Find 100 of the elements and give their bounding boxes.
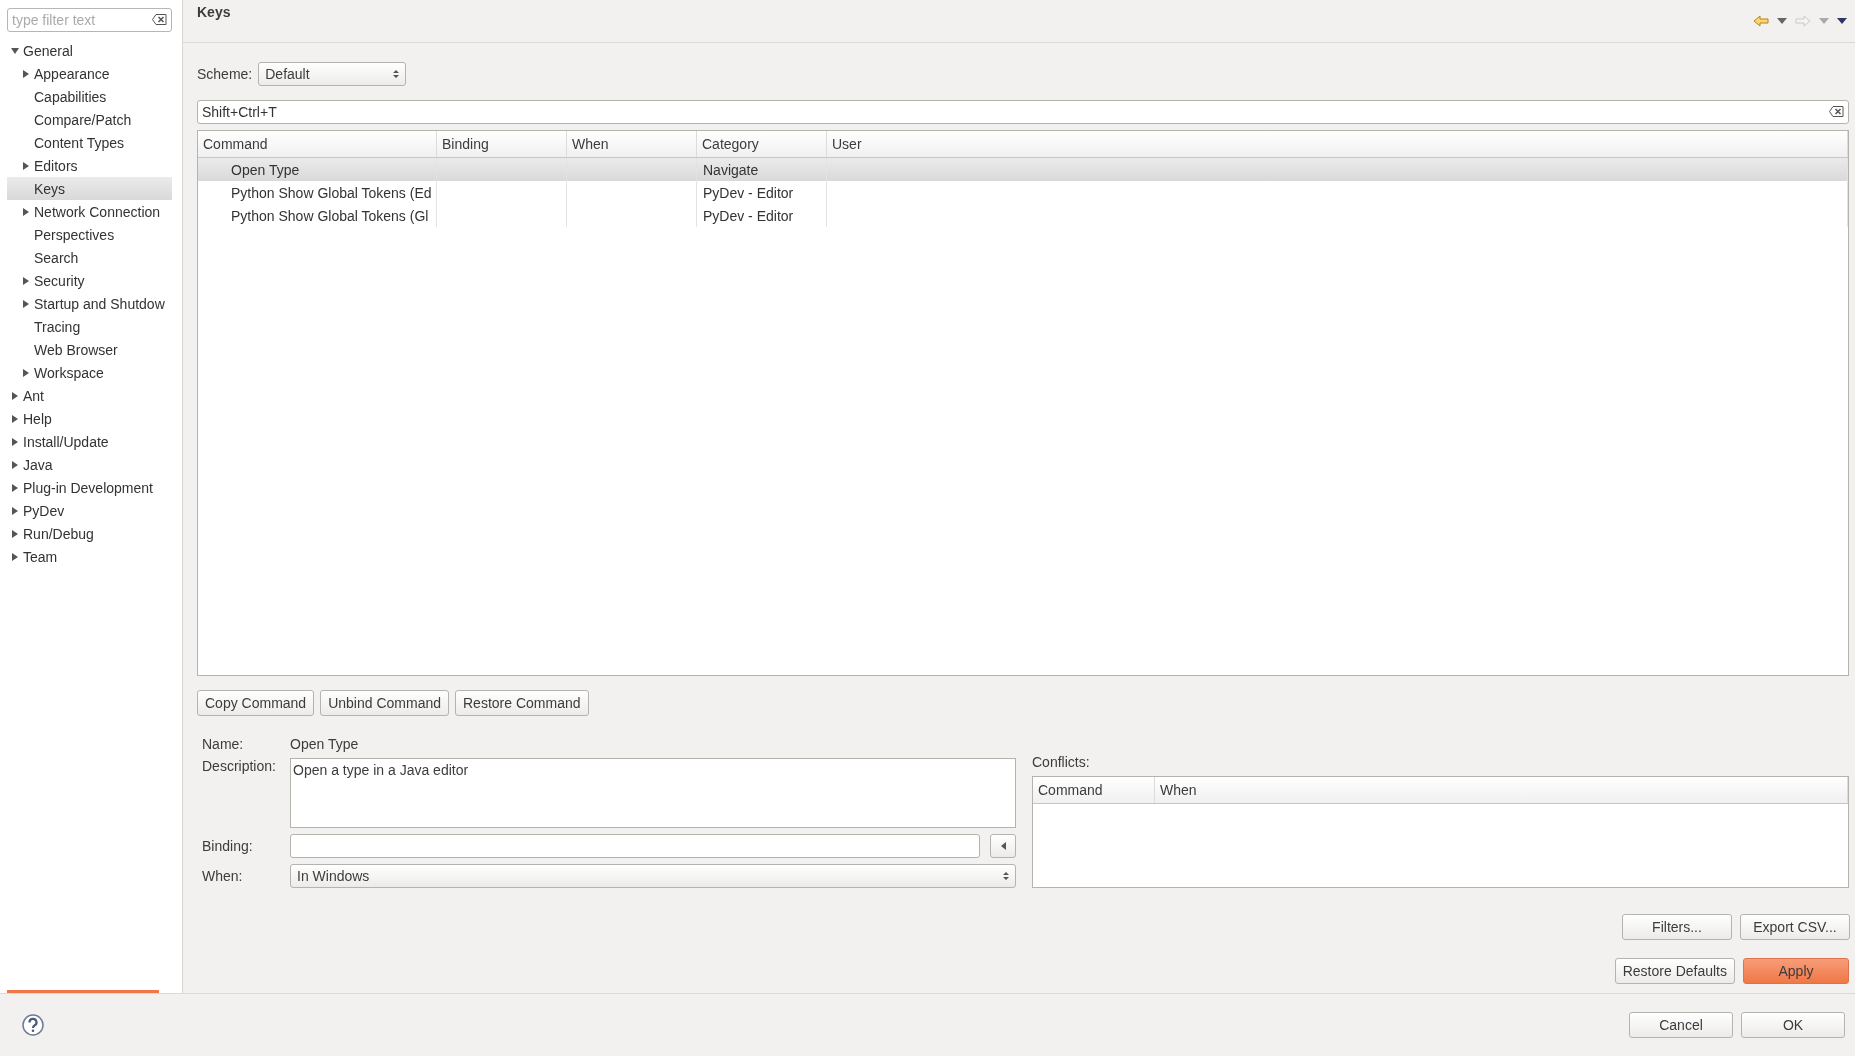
search-field[interactable]: Shift+Ctrl+T (197, 100, 1849, 124)
collapsed-arrow-icon[interactable] (22, 299, 30, 308)
tree-item-label: Security (34, 272, 85, 289)
command-button[interactable]: Restore Command (455, 690, 589, 716)
dialog-button[interactable]: OK (1741, 1012, 1845, 1038)
tree-item[interactable]: Startup and Shutdow (7, 292, 172, 315)
tree-item-label: Plug-in Development (23, 479, 153, 496)
tree-item[interactable]: Plug-in Development (7, 476, 172, 499)
filter-field[interactable]: type filter text (7, 8, 172, 32)
tree-item[interactable]: Editors (7, 154, 172, 177)
tree-item-label: Tracing (34, 318, 81, 335)
collapsed-arrow-icon[interactable] (22, 161, 30, 170)
collapsed-arrow-icon[interactable] (11, 391, 19, 400)
collapsed-arrow-icon[interactable] (11, 506, 19, 515)
when-dropdown[interactable]: In Windows (290, 864, 1016, 888)
tree-item[interactable]: Web Browser (7, 338, 172, 361)
tree-item-label: Startup and Shutdow (34, 295, 165, 312)
column-header[interactable]: Command (198, 131, 437, 157)
tree-item[interactable]: Team (7, 545, 172, 568)
collapsed-arrow-icon[interactable] (11, 460, 19, 469)
tree-item-label: Editors (34, 157, 78, 174)
dialog-button[interactable]: Cancel (1629, 1012, 1733, 1038)
scheme-dropdown[interactable]: Default (258, 62, 407, 86)
tree-item[interactable]: Tracing (7, 315, 172, 338)
page-button[interactable]: Restore Defaults (1614, 958, 1735, 984)
collapsed-arrow-icon[interactable] (22, 69, 30, 78)
collapsed-arrow-icon[interactable] (11, 529, 19, 538)
column-header[interactable]: When (1155, 777, 1848, 803)
tree-item[interactable]: Install/Update (7, 430, 172, 453)
page-title: Keys (197, 4, 231, 20)
binding-label: Binding: (202, 838, 254, 854)
table-cell: Open Type (231, 161, 300, 178)
page-button[interactable]: Apply (1743, 958, 1849, 984)
tree-item[interactable]: Help (7, 407, 172, 430)
tree-item[interactable]: Security (7, 269, 172, 292)
command-button[interactable]: Copy Command (197, 690, 315, 716)
tree-item-label: Java (23, 456, 53, 473)
collapsed-arrow-icon[interactable] (11, 437, 19, 446)
column-header[interactable]: Category (697, 131, 827, 157)
tree-item-label: Keys (34, 180, 66, 197)
tree-item[interactable]: Search (7, 246, 172, 269)
tree-item-label: PyDev (23, 502, 65, 519)
tree-item[interactable]: Appearance (7, 62, 172, 85)
tree-item[interactable]: Compare/Patch (7, 108, 172, 131)
name-label: Name: (202, 736, 245, 752)
scheme-label: Scheme: (197, 66, 253, 82)
tree-item[interactable]: Run/Debug (7, 522, 172, 545)
tree-item[interactable]: Java (7, 453, 172, 476)
table-cell: Python Show Global Tokens (Ed (231, 184, 432, 201)
menu-caret-icon[interactable] (1837, 18, 1847, 24)
tree-item-label: Install/Update (23, 433, 109, 450)
clear-icon[interactable] (1829, 106, 1844, 117)
tree-item[interactable]: Perspectives (7, 223, 172, 246)
tree-item[interactable]: PyDev (7, 499, 172, 522)
description-field[interactable]: Open a type in a Java editor (290, 758, 1016, 828)
tree-item-label: Ant (23, 387, 44, 404)
tree-item[interactable]: Keys (7, 177, 172, 200)
tree-item[interactable]: Ant (7, 384, 172, 407)
spinner-arrows-icon (393, 69, 400, 79)
tree-item-label: Capabilities (34, 88, 107, 105)
collapsed-arrow-icon[interactable] (22, 276, 30, 285)
tree-item[interactable]: Network Connection (7, 200, 172, 223)
tree-item-label: Workspace (34, 364, 104, 381)
help-icon[interactable] (22, 1014, 44, 1036)
table-cell: PyDev - Editor (703, 207, 794, 224)
conflicts-label: Conflicts: (1032, 754, 1091, 770)
tree-item[interactable]: Workspace (7, 361, 172, 384)
tree-item-label: Team (23, 548, 58, 565)
tree-item-label: General (23, 42, 73, 59)
left-caret-icon (1000, 842, 1006, 850)
tree-item[interactable]: General (7, 39, 172, 62)
column-header[interactable]: Binding (437, 131, 567, 157)
collapsed-arrow-icon[interactable] (11, 552, 19, 561)
binding-field[interactable] (290, 834, 980, 858)
action-button[interactable]: Filters... (1622, 914, 1732, 940)
tree-item[interactable]: Content Types (7, 131, 172, 154)
tree-item-label: Run/Debug (23, 525, 94, 542)
tree-item-label: Network Connection (34, 203, 161, 220)
add-key-button[interactable] (990, 834, 1016, 858)
action-button[interactable]: Export CSV... (1740, 914, 1850, 940)
collapsed-arrow-icon[interactable] (11, 483, 19, 492)
tree-item-label: Perspectives (34, 226, 115, 243)
tree-item-label: Web Browser (34, 341, 118, 358)
tree-item[interactable]: Capabilities (7, 85, 172, 108)
scrollbar-thumb[interactable] (7, 990, 159, 993)
command-button[interactable]: Unbind Command (320, 690, 449, 716)
collapsed-arrow-icon[interactable] (22, 207, 30, 216)
column-header[interactable]: When (567, 131, 697, 157)
collapsed-arrow-icon[interactable] (22, 368, 30, 377)
column-header[interactable]: User (827, 131, 1848, 157)
table-row[interactable]: Open Type Navigate (198, 158, 1848, 181)
expanded-arrow-icon[interactable] (11, 46, 19, 55)
tree-item-label: Content Types (34, 134, 125, 151)
table-cell: Navigate (703, 161, 759, 178)
clear-icon[interactable] (152, 14, 167, 25)
when-label: When: (202, 868, 244, 884)
dropdown-caret-icon[interactable] (1777, 18, 1787, 24)
column-header[interactable]: Command (1033, 777, 1155, 803)
collapsed-arrow-icon[interactable] (11, 414, 19, 423)
tree-item-label: Search (34, 249, 79, 266)
